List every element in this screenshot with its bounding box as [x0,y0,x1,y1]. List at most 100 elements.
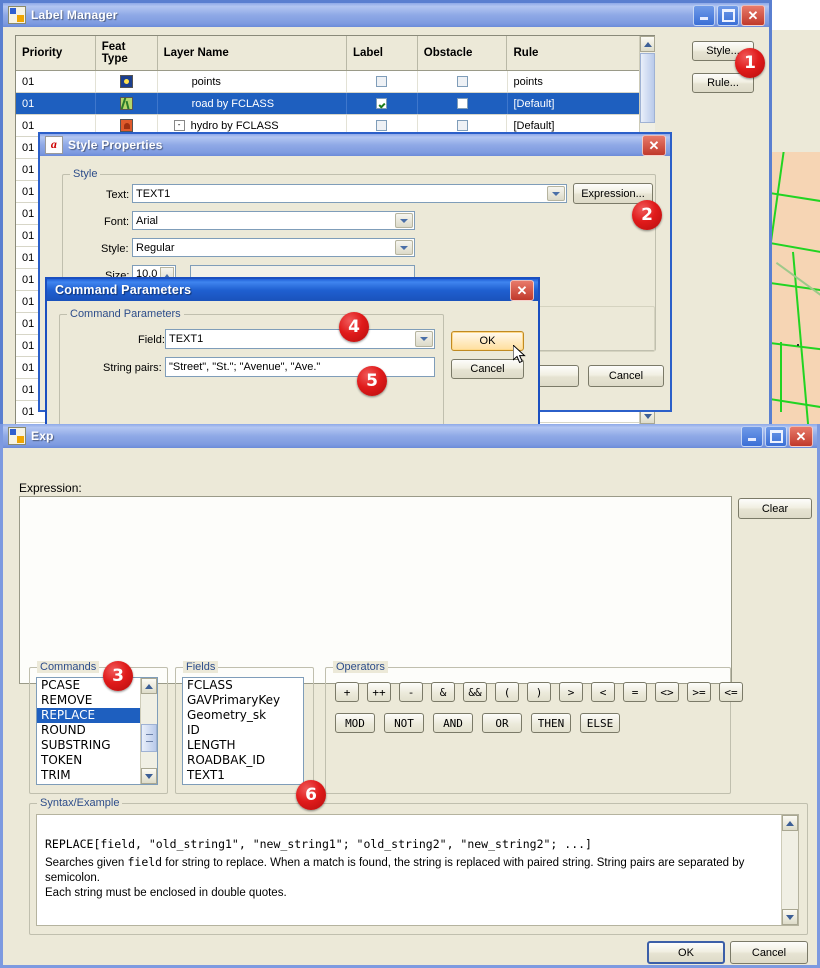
expression-titlebar[interactable]: Exp ✕ [3,424,817,448]
scrollbar-thumb[interactable] [640,53,655,123]
style-combo[interactable]: Regular [132,238,415,257]
label-manager-titlebar[interactable]: Label Manager ✕ [3,3,769,27]
command-parameters-titlebar[interactable]: Command Parameters ✕ [47,279,538,301]
operator-button-[interactable]: ++ [367,682,391,702]
scroll-up-button[interactable] [782,815,798,831]
font-combo[interactable]: Arial [132,211,415,230]
fields-list-item[interactable]: FCLASS [183,678,303,693]
expand-collapse-icon[interactable]: - [173,120,185,131]
chevron-down-icon[interactable] [415,331,433,347]
field-combo[interactable]: TEXT1 [165,329,435,349]
column-header-obstacle[interactable]: Obstacle [418,36,508,70]
scroll-down-button[interactable] [782,909,798,925]
column-header-label: Rule [513,47,539,59]
operator-button-[interactable]: & [431,682,455,702]
cell-label-checkbox[interactable] [347,71,418,92]
fields-list-item[interactable]: ID [183,723,303,738]
syntax-scrollbar[interactable] [781,815,798,925]
fields-list-item[interactable]: ROADBAK_ID [183,753,303,768]
callout-badge-5: 5 [357,366,387,396]
column-header-rule[interactable]: Rule [507,36,654,70]
column-header-priority[interactable]: Priority [16,36,96,70]
operator-button-[interactable]: <= [719,682,743,702]
string-pairs-input[interactable]: "Street", "St."; "Avenue", "Ave." [165,357,435,377]
style-cancel-button[interactable]: Cancel [588,365,664,387]
label-checkbox[interactable] [376,76,388,87]
expression-cancel-button[interactable]: Cancel [730,941,808,964]
commands-list-item[interactable]: ROUND [37,723,141,738]
operator-button-[interactable]: && [463,682,487,702]
cell-text: 01 [22,75,35,88]
syntax-example-box[interactable]: REPLACE[field, "old_string1", "new_strin… [36,814,799,926]
operator-button-MOD[interactable]: MOD [335,713,375,733]
operator-button-[interactable]: < [591,682,615,702]
maximize-button[interactable] [765,425,787,447]
chevron-down-icon[interactable] [395,213,413,228]
commands-scrollbar[interactable] [140,678,157,784]
minimize-button[interactable] [741,425,763,447]
command-parameters-title: Command Parameters [55,283,192,297]
table-row[interactable]: 01 points points [16,71,654,93]
commands-list-item[interactable]: UCASE [37,783,141,784]
obstacle-checkbox[interactable] [456,120,468,131]
close-icon[interactable]: ✕ [510,279,534,301]
clear-button[interactable]: Clear [738,498,812,519]
fields-list-item[interactable]: Geometry_sk [183,708,303,723]
expression-textarea[interactable] [19,496,732,684]
label-checkbox[interactable] [376,98,388,109]
close-icon[interactable]: ✕ [741,4,765,26]
commands-list-item[interactable]: TRIM [37,768,141,783]
operators-row-2: MOD NOT AND OR THEN ELSE [335,713,725,733]
fields-list-item[interactable]: GAVPrimaryKey [183,693,303,708]
column-header-feat-type[interactable]: Feat Type [96,36,158,70]
text-combo[interactable]: TEXT1 [132,184,567,203]
operator-button-[interactable]: ) [527,682,551,702]
commands-list-item[interactable]: SUBSTRING [37,738,141,753]
column-header-label[interactable]: Label [347,36,418,70]
operator-button-[interactable]: <> [655,682,679,702]
fields-listbox[interactable]: FCLASS GAVPrimaryKey Geometry_sk ID LENGTH RO… [182,677,304,785]
cell-rule: [Default] [508,93,655,114]
operator-button-NOT[interactable]: NOT [384,713,424,733]
label-checkbox[interactable] [376,120,388,131]
column-header-layer-name[interactable]: Layer Name [158,36,347,70]
obstacle-checkbox[interactable] [456,76,468,87]
cell-label-checkbox[interactable] [347,93,418,114]
style-properties-titlebar[interactable]: a Style Properties ✕ [40,134,670,156]
operator-button-[interactable]: > [559,682,583,702]
map-window-toolbar-area [770,30,820,152]
operator-button-[interactable]: ( [495,682,519,702]
close-icon[interactable]: ✕ [642,134,666,156]
style-button-label: Style... [706,45,740,57]
close-icon[interactable]: ✕ [789,425,813,447]
operator-button-[interactable]: = [623,682,647,702]
cell-obstacle-checkbox[interactable] [418,93,508,114]
commands-list-item[interactable]: REMOVE [37,693,141,708]
operator-button-AND[interactable]: AND [433,713,473,733]
commands-list-item[interactable]: TOKEN [37,753,141,768]
operator-button-THEN[interactable]: THEN [531,713,571,733]
commands-replace-item[interactable]: REPLACE [37,708,141,723]
table-row[interactable]: 01 road by FCLASS [Default] [16,93,654,115]
maximize-button[interactable] [717,4,739,26]
operator-button-[interactable]: + [335,682,359,702]
cell-obstacle-checkbox[interactable] [418,71,508,92]
cell-text: 01 [22,317,35,330]
operator-button-OR[interactable]: OR [482,713,522,733]
expression-ok-button[interactable]: OK [647,941,725,964]
operator-button-[interactable]: - [399,682,423,702]
scroll-up-button[interactable] [141,678,157,694]
scroll-up-button[interactable] [640,36,655,52]
chevron-down-icon[interactable] [395,240,413,255]
scroll-down-button[interactable] [141,768,157,784]
operator-button-[interactable]: >= [687,682,711,702]
cell-text: 01 [22,405,35,418]
fields-list-item[interactable]: LENGTH [183,738,303,753]
fields-list-item[interactable]: TEXT1 [183,768,303,783]
minimize-button[interactable] [693,4,715,26]
obstacle-checkbox[interactable] [456,98,468,109]
commands-listbox[interactable]: PCASE REMOVE REPLACE ROUND SUBSTRING TOKEN TRI… [36,677,158,785]
chevron-down-icon[interactable] [547,186,565,201]
scrollbar-thumb[interactable] [141,724,157,752]
operator-button-ELSE[interactable]: ELSE [580,713,620,733]
